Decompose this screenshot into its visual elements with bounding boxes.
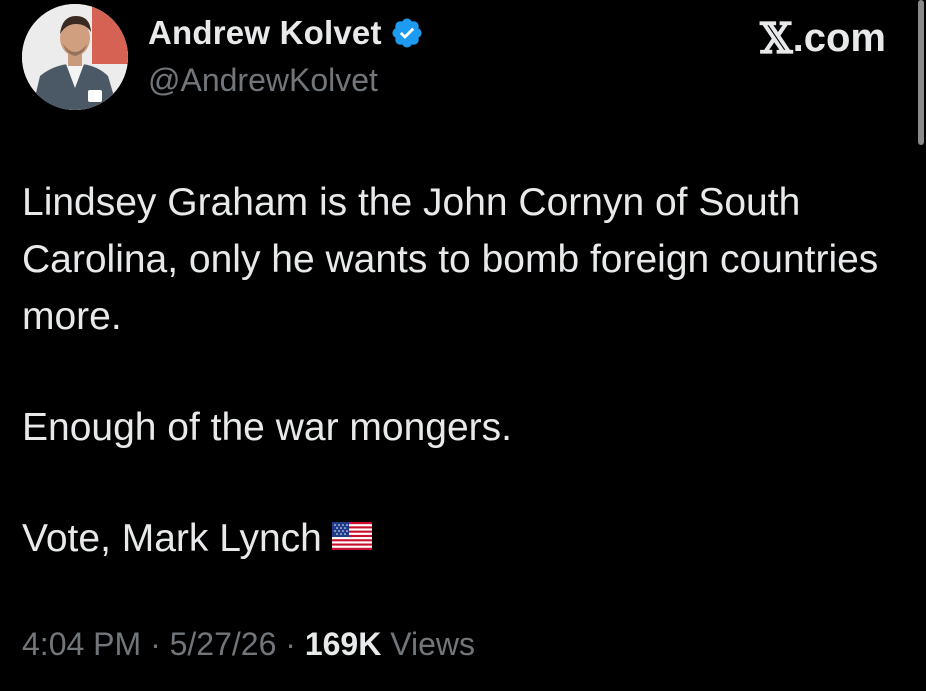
x-logo-icon: 𝕏 [760,14,793,63]
author-name-row[interactable]: Andrew Kolvet [148,14,424,52]
tweet-meta: 4:04 PM · 5/27/26 · 169K Views [22,626,475,663]
tweet-paragraph: Lindsey Graham is the John Cornyn of Sou… [22,181,879,338]
verified-badge-icon[interactable] [390,16,424,50]
tweet-paragraph-with-flag: Vote, Mark Lynch [22,510,892,567]
tweet-paragraph: Enough of the war mongers. [22,406,512,449]
views-count: 169K [304,626,382,662]
brand-domain-label: .com [792,16,886,60]
author-display-name[interactable]: Andrew Kolvet [148,14,382,52]
author-handle[interactable]: @AndrewKolvet [148,62,378,99]
tweet-date[interactable]: 5/27/26 [170,626,277,662]
us-flag-icon [331,509,372,566]
scrollbar[interactable] [918,0,924,145]
tweet-card: Andrew Kolvet @AndrewKolvet 𝕏 .com Linds… [0,0,926,691]
views-label: Views [390,626,475,662]
tweet-time[interactable]: 4:04 PM [22,626,141,662]
x-brand-logo: 𝕏 .com [760,14,886,63]
meta-separator: · [285,626,296,662]
tweet-text: Lindsey Graham is the John Cornyn of Sou… [22,174,892,567]
tweet-paragraph: Vote, Mark Lynch [22,517,322,560]
avatar[interactable] [22,4,128,110]
meta-separator: · [150,626,161,662]
